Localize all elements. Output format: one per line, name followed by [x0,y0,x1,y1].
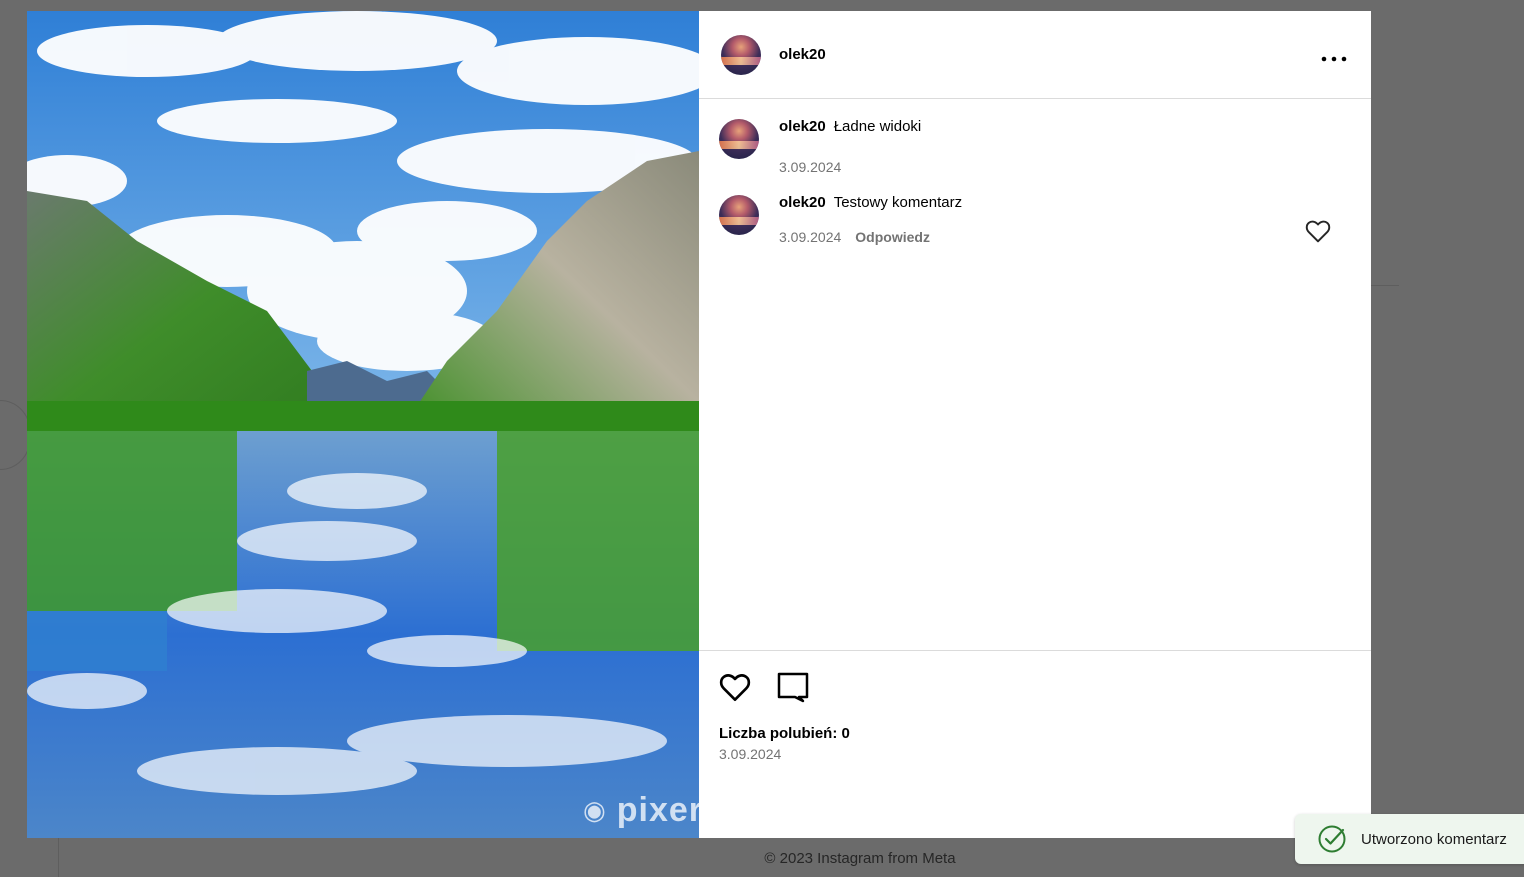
comment-item: olek20 Ładne widoki 3.09.2024 [719,117,1351,175]
comment-date: 3.09.2024 [779,159,842,175]
background-side-panel [0,400,30,470]
like-count: Liczba polubień: 0 [719,725,850,742]
more-options-button[interactable] [1317,38,1351,72]
post-header: olek20 [699,11,1371,99]
avatar[interactable] [719,119,759,159]
post-modal: ◉ pixer olek20 olek20 Ładne widoki 3.09.2… [27,11,1371,838]
comment-date: 3.09.2024 [779,229,842,245]
comment-username[interactable]: olek20 [779,118,826,135]
comment-username[interactable]: olek20 [779,194,826,211]
comment-like-button[interactable] [1305,219,1331,248]
photo-watermark: ◉ pixer [583,791,699,829]
toast-message: Utworzono komentarz [1361,830,1507,848]
like-button[interactable] [719,672,751,702]
success-toast: Utworzono komentarz [1295,814,1524,864]
post-details-panel: olek20 olek20 Ładne widoki 3.09.2024 ole… [699,11,1371,838]
avatar[interactable] [719,195,759,235]
heart-icon [719,674,751,702]
more-horizontal-icon [1321,56,1347,61]
check-circle-icon [1317,824,1347,854]
post-actions: Liczba polubień: 0 3.09.2024 [699,650,1371,838]
comments-list: olek20 Ładne widoki 3.09.2024 olek20 Testo… [699,99,1371,650]
background-divider [1371,285,1399,286]
avatar[interactable] [721,34,761,75]
comment-button[interactable] [777,671,809,703]
comment-text: Ładne widoki [833,118,922,135]
reply-button[interactable]: Odpowiedz [855,229,930,245]
comment-text: Testowy komentarz [833,194,963,211]
post-date: 3.09.2024 [719,746,782,762]
comment-icon [777,672,809,703]
post-author-username[interactable]: olek20 [779,46,826,63]
post-photo: ◉ pixer [27,11,699,838]
comment-item: olek20 Testowy komentarz 3.09.2024 Odpowi… [719,193,1351,245]
heart-icon [1305,220,1331,243]
camera-icon: ◉ [583,795,607,825]
